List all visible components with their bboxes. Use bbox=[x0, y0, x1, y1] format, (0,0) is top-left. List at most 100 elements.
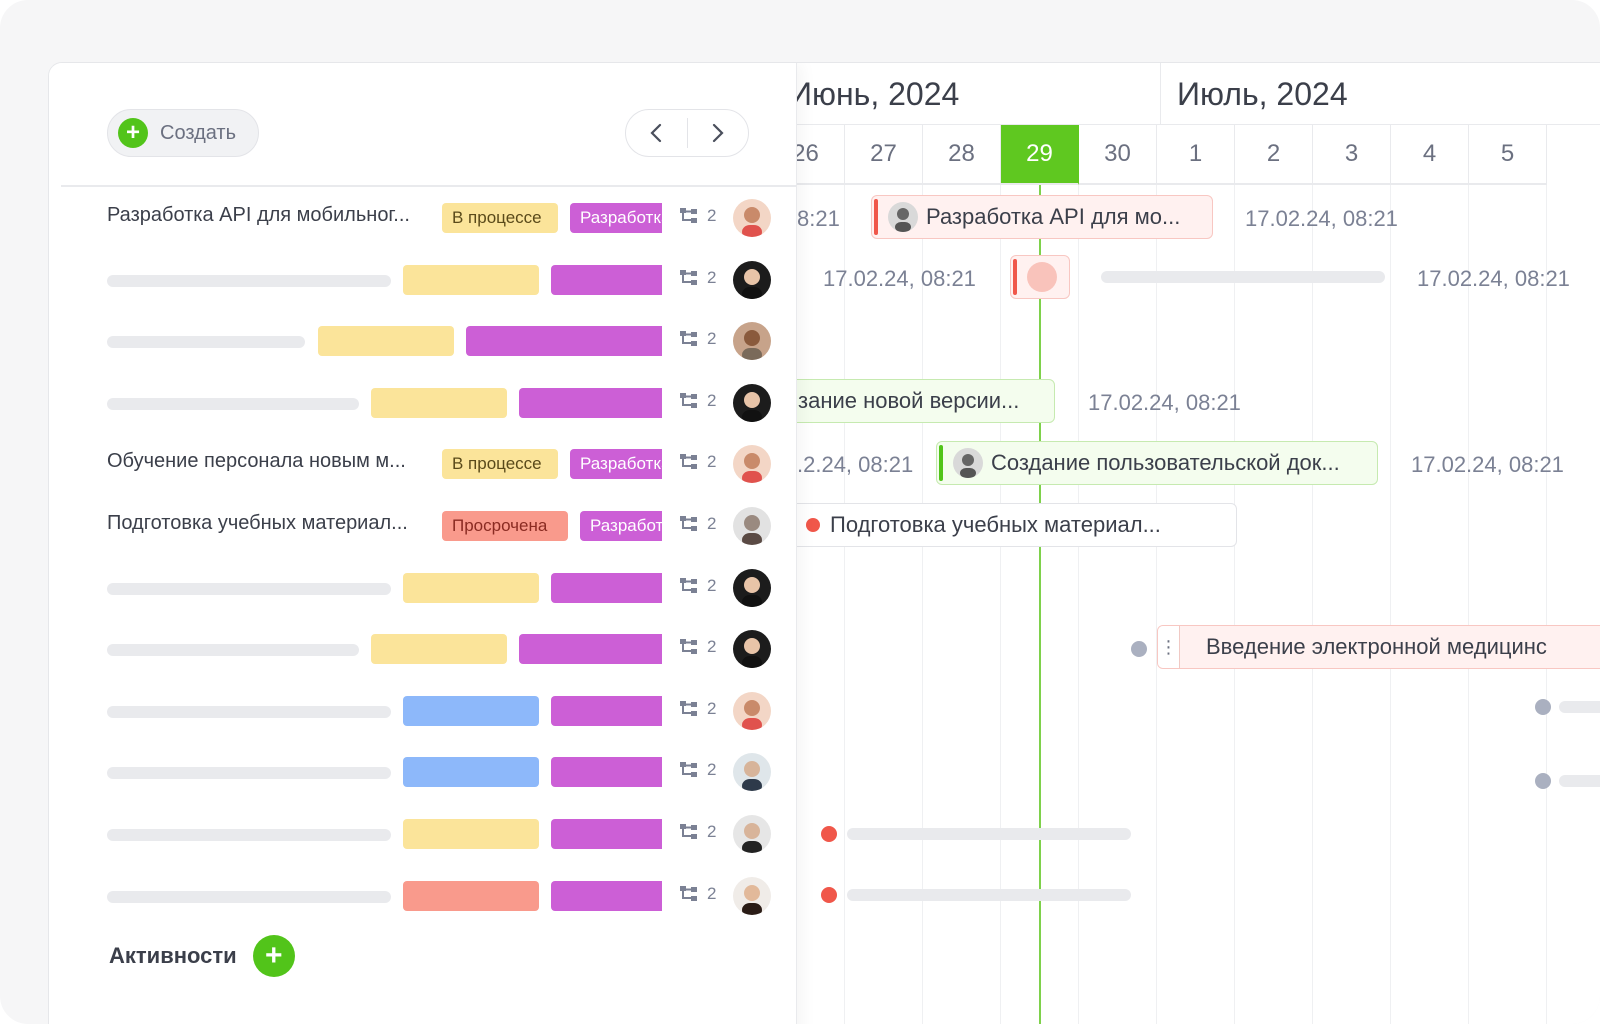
subtasks-icon bbox=[680, 700, 697, 716]
dependency-dot[interactable] bbox=[1535, 773, 1551, 789]
status-placeholder bbox=[371, 634, 507, 665]
day-header[interactable]: 28 bbox=[923, 125, 1001, 185]
task-row[interactable]: 2 bbox=[49, 865, 797, 927]
subtasks-counter[interactable]: 2 bbox=[679, 637, 716, 657]
task-bar-label: Разработка API для мо... bbox=[926, 204, 1181, 229]
task-row[interactable]: 2 bbox=[49, 557, 797, 619]
subtasks-icon bbox=[680, 269, 697, 285]
subtasks-count: 2 bbox=[707, 637, 717, 657]
status-placeholder bbox=[403, 819, 539, 849]
avatar[interactable] bbox=[733, 260, 771, 299]
avatar[interactable] bbox=[733, 876, 771, 915]
overdue-dot[interactable] bbox=[821, 826, 837, 842]
avatar[interactable] bbox=[733, 445, 771, 484]
task-title[interactable]: Обучение персонала новым м... bbox=[107, 450, 406, 473]
overdue-dot[interactable] bbox=[821, 887, 837, 903]
task-row[interactable]: Разработка API для мобильног... В процесс… bbox=[49, 187, 797, 249]
grid-line bbox=[1390, 185, 1391, 1024]
subtasks-counter[interactable]: 2 bbox=[679, 514, 716, 534]
type-badge[interactable]: Разработка bbox=[570, 449, 662, 480]
status-badge[interactable]: В процессе bbox=[442, 449, 558, 480]
subtasks-counter[interactable]: 2 bbox=[679, 268, 716, 288]
day-header[interactable]: 2 bbox=[1235, 125, 1313, 185]
avatar[interactable] bbox=[733, 322, 771, 361]
subtasks-icon bbox=[680, 885, 697, 901]
avatar[interactable] bbox=[733, 815, 771, 853]
subtasks-counter[interactable]: 2 bbox=[679, 699, 716, 719]
create-button[interactable]: + Создать bbox=[107, 109, 259, 157]
title-placeholder bbox=[107, 336, 305, 349]
day-header[interactable]: 4 bbox=[1391, 125, 1469, 185]
subtasks-count: 2 bbox=[707, 883, 717, 903]
avatar[interactable] bbox=[733, 753, 771, 792]
status-badge[interactable]: В процессе bbox=[442, 203, 558, 233]
day-header[interactable]: 3 bbox=[1313, 125, 1391, 185]
title-placeholder bbox=[107, 890, 391, 903]
type-badge[interactable]: Разработка bbox=[570, 203, 662, 233]
task-bar-version[interactable]: зание новой версии... bbox=[787, 379, 1055, 423]
subtasks-counter[interactable]: 2 bbox=[679, 329, 716, 349]
type-placeholder bbox=[466, 326, 662, 357]
task-row[interactable]: 2 bbox=[49, 803, 797, 865]
subtasks-counter[interactable]: 2 bbox=[679, 760, 716, 780]
drag-handle-icon[interactable]: ⋮ bbox=[1158, 626, 1180, 668]
task-bar-milestone[interactable] bbox=[1010, 255, 1070, 299]
task-row[interactable]: 2 bbox=[49, 372, 797, 434]
grid-line bbox=[1312, 185, 1313, 1024]
task-title[interactable]: Разработка API для мобильног... bbox=[107, 204, 410, 227]
task-row[interactable]: 2 bbox=[49, 741, 797, 803]
day-header[interactable]: 1 bbox=[1157, 125, 1235, 185]
day-header[interactable]: 27 bbox=[845, 125, 923, 185]
task-row[interactable]: 2 bbox=[49, 310, 797, 372]
task-row[interactable]: Обучение персонала новым м... В процессе Р… bbox=[49, 433, 797, 495]
subtasks-counter[interactable]: 2 bbox=[679, 452, 716, 472]
type-badge[interactable]: Разработка bbox=[580, 511, 662, 541]
subtasks-count: 2 bbox=[707, 698, 717, 718]
avatar[interactable] bbox=[733, 691, 771, 730]
avatar[interactable] bbox=[733, 199, 771, 237]
subtasks-counter[interactable]: 2 bbox=[679, 822, 716, 842]
subtasks-icon bbox=[680, 331, 697, 347]
subtasks-counter[interactable]: 2 bbox=[679, 884, 716, 904]
day-header[interactable]: 5 bbox=[1469, 125, 1547, 185]
task-bar-label: зание новой версии... bbox=[798, 388, 1020, 413]
subtasks-counter[interactable]: 2 bbox=[679, 391, 716, 411]
date-label: 17.02.24, 08:21 bbox=[1088, 390, 1241, 415]
task-row[interactable]: Подготовка учебных материал... Просрочена… bbox=[49, 495, 797, 557]
date-label: .2.24, 08:21 bbox=[797, 452, 914, 477]
task-bar-api[interactable]: Разработка API для мо... bbox=[871, 195, 1213, 239]
subtasks-count: 2 bbox=[707, 452, 717, 472]
avatar[interactable] bbox=[733, 383, 771, 422]
avatar[interactable] bbox=[733, 507, 771, 545]
subtasks-counter[interactable]: 2 bbox=[679, 576, 716, 596]
task-row[interactable]: 2 bbox=[49, 680, 797, 742]
dependency-dot[interactable] bbox=[1535, 699, 1551, 715]
task-bar-docs[interactable]: Создание пользовательской док... bbox=[936, 441, 1378, 485]
subtasks-icon bbox=[680, 454, 697, 470]
avatar[interactable] bbox=[733, 630, 771, 669]
status-placeholder bbox=[403, 695, 539, 726]
status-badge[interactable]: Просрочена bbox=[442, 511, 568, 541]
task-bar-label: Подготовка учебных материал... bbox=[830, 512, 1161, 537]
status-placeholder bbox=[371, 387, 507, 418]
subtasks-icon bbox=[680, 639, 697, 655]
task-row[interactable]: 2 bbox=[49, 249, 797, 311]
prev-period-button[interactable] bbox=[626, 110, 687, 156]
plus-icon: + bbox=[118, 118, 148, 148]
subtasks-count: 2 bbox=[707, 267, 717, 287]
next-period-button[interactable] bbox=[688, 110, 749, 156]
placeholder-line bbox=[1559, 775, 1600, 787]
grid-line bbox=[1156, 185, 1157, 1024]
add-activity-button[interactable]: + bbox=[252, 935, 295, 977]
day-header[interactable]: 29 bbox=[1001, 125, 1079, 185]
task-bar-medical[interactable]: ⋮ Введение электронной медицинс bbox=[1157, 625, 1600, 669]
date-label: 17.02.24, 08:21 bbox=[1417, 266, 1570, 291]
task-title[interactable]: Подготовка учебных материал... bbox=[107, 512, 408, 535]
task-bar-materials[interactable]: Подготовка учебных материал... bbox=[787, 503, 1237, 547]
day-header[interactable]: 30 bbox=[1079, 125, 1157, 185]
subtasks-counter[interactable]: 2 bbox=[679, 206, 716, 226]
avatar[interactable] bbox=[733, 568, 771, 607]
task-bar-label: Создание пользовательской док... bbox=[991, 450, 1340, 475]
task-row[interactable]: 2 bbox=[49, 618, 797, 680]
dependency-dot[interactable] bbox=[1131, 641, 1147, 657]
